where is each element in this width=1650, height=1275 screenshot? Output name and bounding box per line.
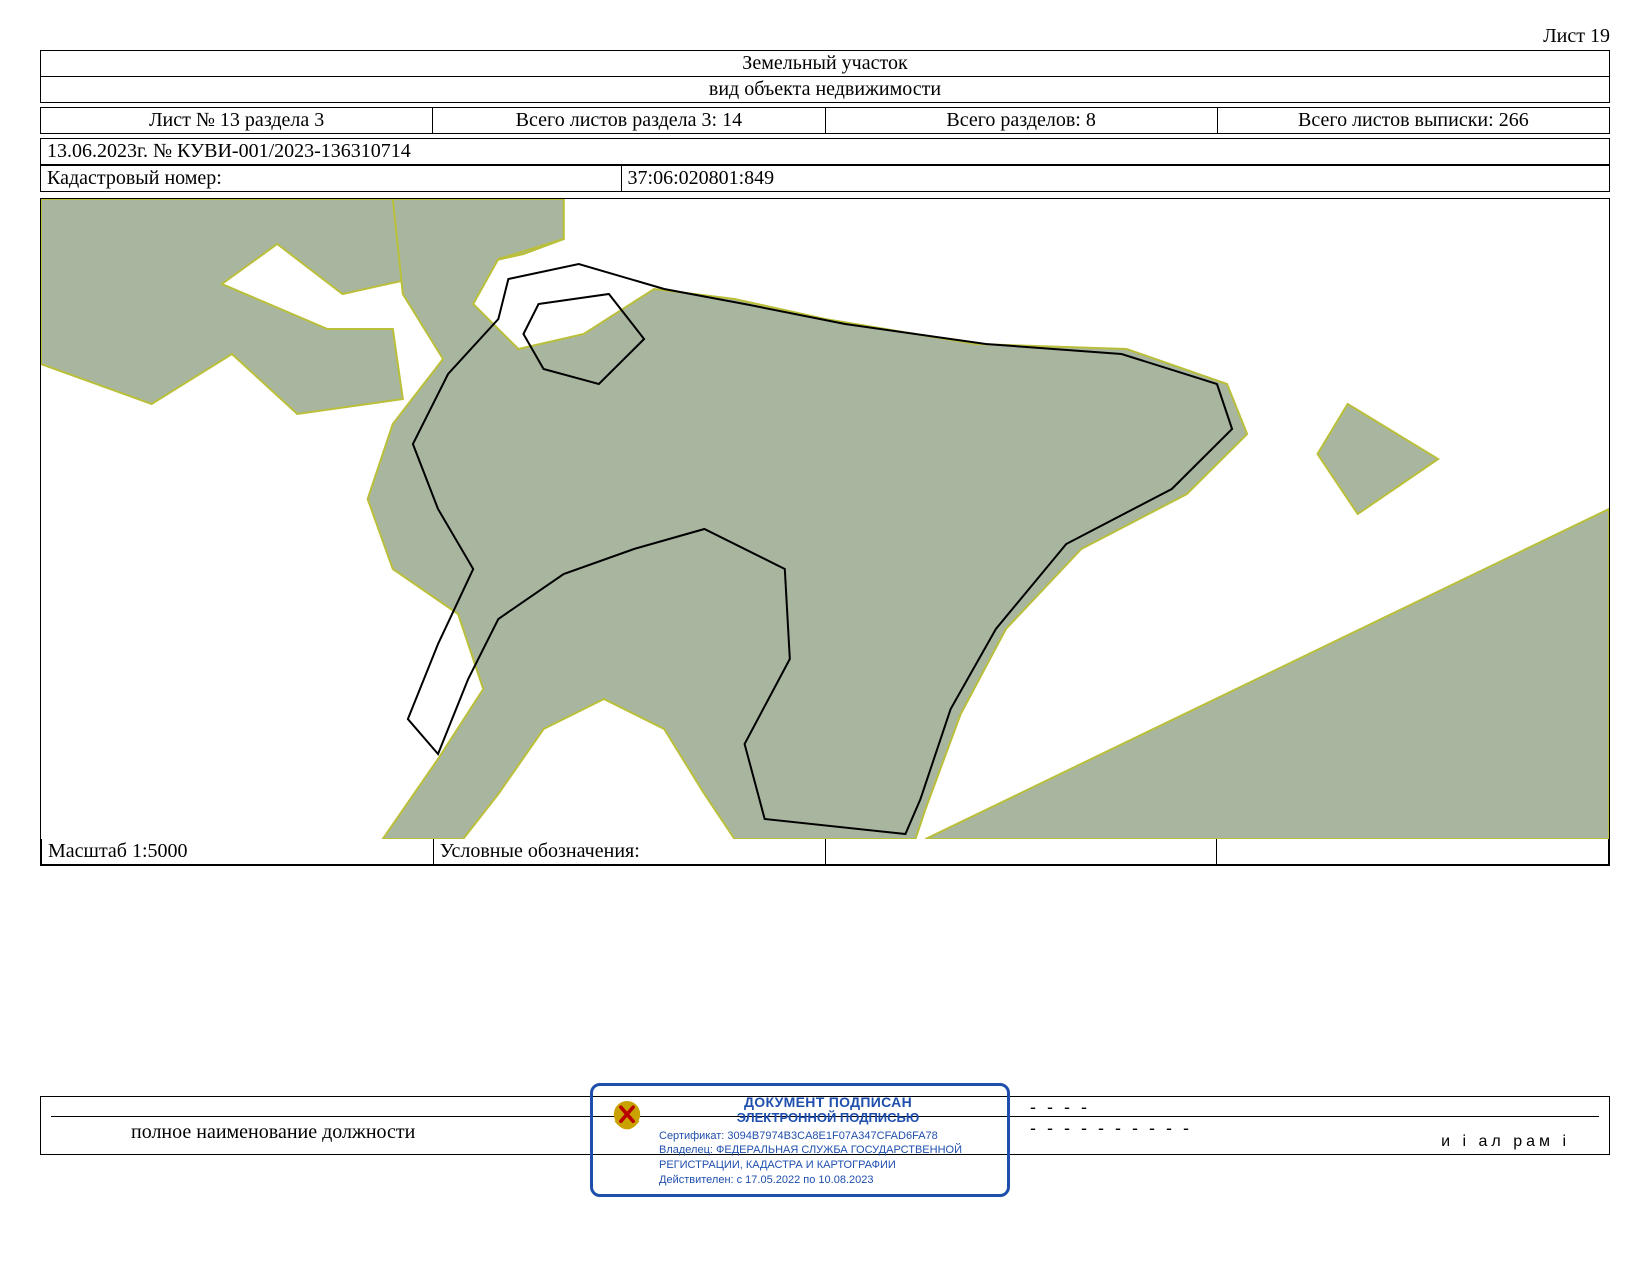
doc-subtitle: вид объекта недвижимости: [41, 77, 1610, 103]
meta-sheet-of-section: Лист № 13 раздела 3: [41, 108, 433, 134]
dashed-marks: - - - - - - - - - - - - - -: [1030, 1097, 1192, 1139]
digital-signature-stamp: ДОКУМЕНТ ПОДПИСАН ЭЛЕКТРОННОЙ ПОДПИСЬЮ С…: [590, 1083, 1010, 1197]
stamp-title-1: ДОКУМЕНТ ПОДПИСАН: [659, 1094, 997, 1110]
sheet-number: Лист 19: [40, 25, 1610, 48]
meta-total-sections: Всего разделов: 8: [825, 108, 1217, 134]
doc-title: Земельный участок: [41, 51, 1610, 77]
coat-of-arms-icon: [605, 1094, 649, 1138]
right-faint-text: и і ал рам і: [1441, 1133, 1570, 1151]
stamp-valid: Действителен: с 17.05.2022 по 10.08.2023: [659, 1173, 997, 1188]
map-legend-cell-1: [825, 839, 1217, 865]
header-table: Земельный участок вид объекта недвижимос…: [40, 50, 1610, 103]
stamp-owner: Владелец: ФЕДЕРАЛЬНАЯ СЛУЖБА ГОСУДАРСТВЕ…: [659, 1143, 997, 1173]
meta-row-table: Лист № 13 раздела 3 Всего листов раздела…: [40, 107, 1610, 134]
map-scale: Масштаб 1:5000: [42, 839, 434, 865]
meta-section-sheets: Всего листов раздела 3: 14: [433, 108, 825, 134]
map-legend-label: Условные обозначения:: [433, 839, 825, 865]
document-reference: 13.06.2023г. № КУВИ-001/2023-136310714: [41, 139, 1610, 165]
kadastr-label: Кадастровый номер:: [41, 166, 622, 192]
map-legend-cell-2: [1217, 839, 1609, 865]
cadastral-map: [41, 199, 1609, 839]
kadastr-table: Кадастровый номер: 37:06:020801:849: [40, 165, 1610, 192]
meta-total-sheets: Всего листов выписки: 266: [1217, 108, 1609, 134]
stamp-cert: Сертификат: 3094B7974B3CA8E1F07A347CFAD6…: [659, 1129, 997, 1144]
kadastr-value: 37:06:020801:849: [621, 166, 1609, 192]
map-container: Масштаб 1:5000 Условные обозначения:: [40, 198, 1610, 866]
map-footer-row: Масштаб 1:5000 Условные обозначения:: [41, 839, 1609, 865]
stamp-title-2: ЭЛЕКТРОННОЙ ПОДПИСЬЮ: [659, 1110, 997, 1125]
ref-line-table: 13.06.2023г. № КУВИ-001/2023-136310714: [40, 138, 1610, 165]
